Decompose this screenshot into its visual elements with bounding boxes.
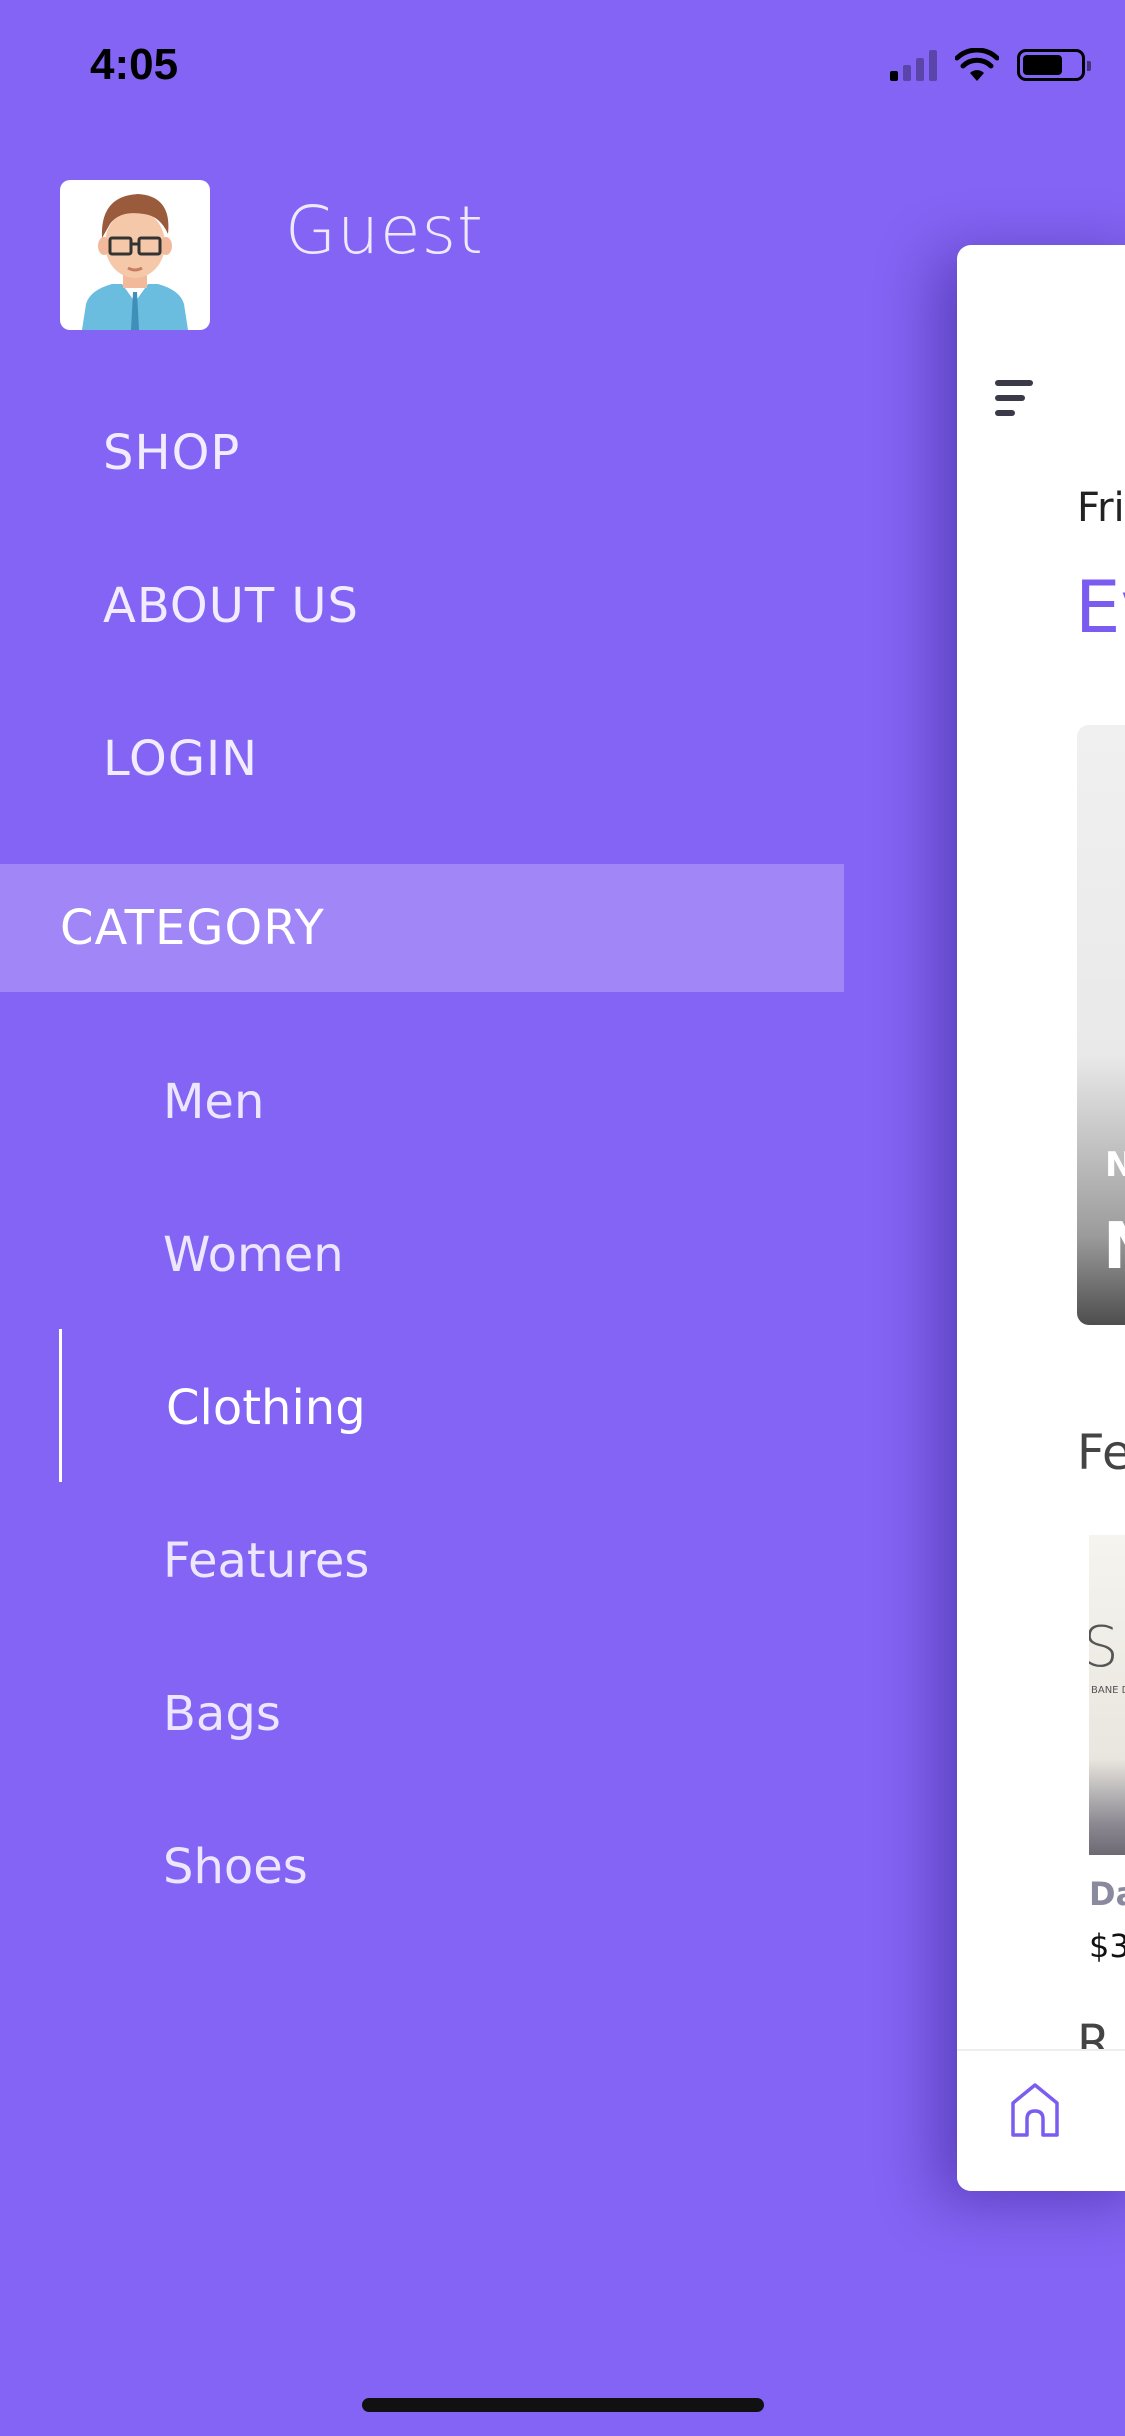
category-item-bags[interactable]: Bags <box>163 1686 281 1742</box>
product-name[interactable]: Da <box>1089 1875 1125 1913</box>
user-avatar[interactable] <box>60 180 210 330</box>
active-item-indicator <box>59 1329 62 1482</box>
product-image-letter: S <box>1089 1615 1119 1680</box>
category-item-men[interactable]: Men <box>163 1074 264 1130</box>
menu-item-shop[interactable]: SHOP <box>103 425 240 481</box>
menu-item-about-us[interactable]: ABOUT US <box>103 578 359 634</box>
preview-heading: Ev <box>1075 565 1125 649</box>
main-screen-preview[interactable]: Fric Ev N N Fe S BANE D Da $31 R <box>957 245 1125 2191</box>
category-item-features[interactable]: Features <box>163 1533 369 1589</box>
bottom-nav <box>957 2049 1125 2191</box>
wifi-icon <box>955 48 999 81</box>
product-price: $31 <box>1089 1927 1125 1965</box>
product-image-caption: BANE D <box>1091 1685 1125 1696</box>
hero-subtitle: N <box>1105 1145 1125 1185</box>
battery-icon <box>1017 49 1091 81</box>
username: Guest <box>285 192 484 269</box>
category-item-shoes[interactable]: Shoes <box>163 1839 308 1895</box>
status-time: 4:05 <box>90 40 179 89</box>
product-image[interactable]: S BANE D <box>1089 1535 1125 1855</box>
home-icon[interactable] <box>1007 2079 1063 2139</box>
featured-section-label: Fe <box>1077 1425 1125 1481</box>
cellular-signal-icon <box>890 49 937 81</box>
category-title: CATEGORY <box>60 900 325 956</box>
category-item-clothing[interactable]: Clothing <box>166 1380 366 1436</box>
status-icons <box>890 48 1091 82</box>
hero-title: N <box>1103 1210 1125 1284</box>
menu-toggle-icon[interactable] <box>995 380 1033 425</box>
user-avatar-icon <box>82 194 188 330</box>
category-header[interactable]: CATEGORY <box>0 864 844 992</box>
home-indicator[interactable] <box>362 2398 764 2412</box>
preview-day-text: Fric <box>1077 485 1125 531</box>
hero-banner[interactable]: N N <box>1077 725 1125 1325</box>
category-item-women[interactable]: Women <box>163 1227 344 1283</box>
menu-item-login[interactable]: LOGIN <box>103 731 258 787</box>
